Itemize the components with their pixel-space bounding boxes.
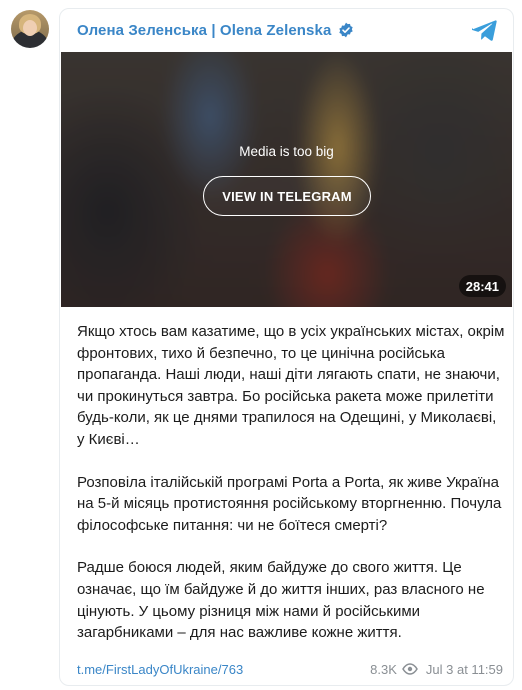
post-card: Олена Зеленська | Olena Zelenska Media i…: [59, 8, 514, 686]
view-count-value: 8.3K: [370, 661, 397, 677]
telegram-plane-icon[interactable]: [472, 19, 497, 41]
post-paragraph: Радше боюся людей, яким байдуже до свого…: [77, 559, 485, 642]
post-date[interactable]: Jul 3 at 11:59: [426, 662, 503, 677]
post-footer: t.me/FirstLadyOfUkraine/763 8.3K Jul 3 a…: [77, 660, 503, 678]
channel-name[interactable]: Олена Зеленська | Olena Zelenska: [77, 22, 331, 39]
post-link[interactable]: t.me/FirstLadyOfUkraine/763: [77, 662, 243, 677]
avatar-face: [23, 20, 37, 36]
eye-icon: [402, 663, 418, 675]
view-count: 8.3K: [370, 662, 426, 677]
channel-avatar[interactable]: [11, 10, 49, 48]
view-in-telegram-button[interactable]: VIEW IN TELEGRAM: [203, 176, 371, 216]
video-duration-badge: 28:41: [458, 275, 506, 297]
post-header: Олена Зеленська | Olena Zelenska: [60, 9, 513, 51]
post-paragraph: Розповіла італійській програмі Porta a P…: [77, 473, 502, 534]
video-preview[interactable]: Media is too big VIEW IN TELEGRAM 28:41: [61, 52, 512, 307]
media-too-big-notice: Media is too big: [239, 144, 334, 159]
post-text: Якщо хтось вам казатиме, що в усіх украї…: [77, 321, 507, 665]
post-paragraph: Якщо хтось вам казатиме, що в усіх украї…: [77, 323, 505, 448]
verified-badge-icon: [339, 22, 354, 38]
